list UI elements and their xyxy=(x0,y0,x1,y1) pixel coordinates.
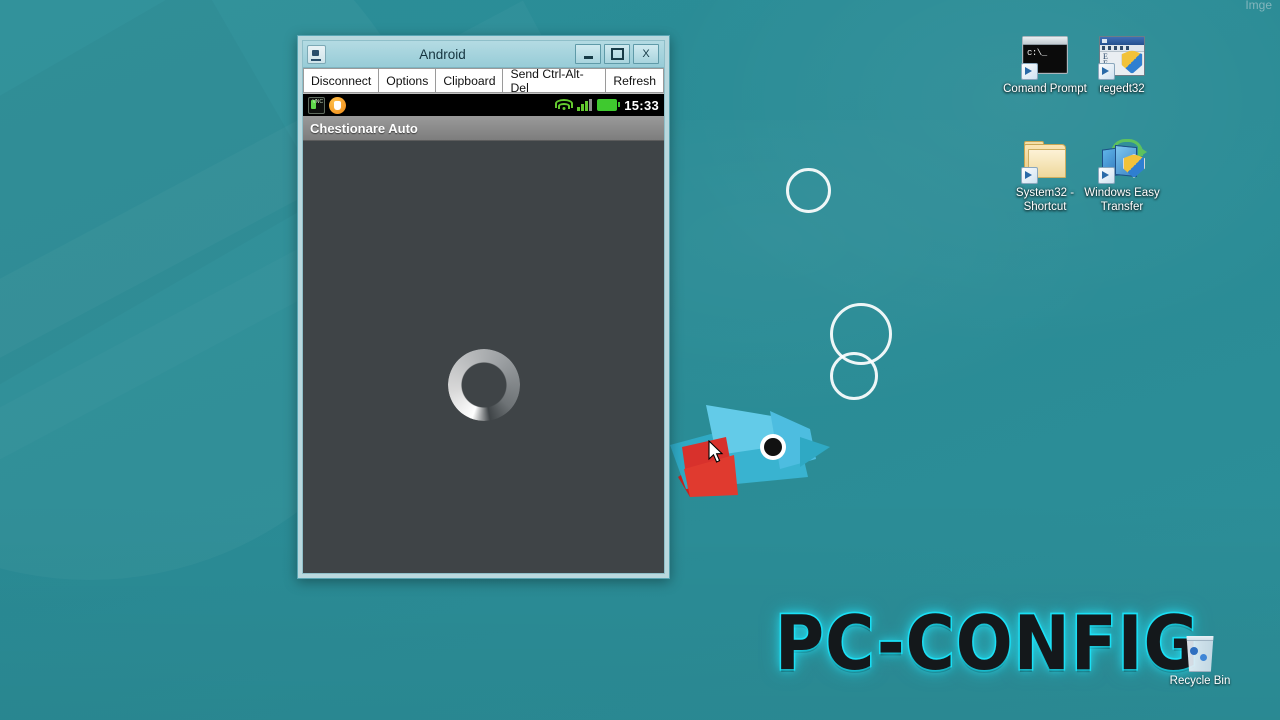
send-ctrl-alt-del-button[interactable]: Send Ctrl-Alt-Del xyxy=(503,67,607,95)
signal-bars-icon xyxy=(577,99,593,111)
pc-config-logo: PC-CONFIG xyxy=(774,598,1201,689)
orange-app-icon xyxy=(329,96,346,114)
desktop-icon-label: Comand Prompt xyxy=(1003,83,1087,95)
desktop-icon-windows-easy-transfer[interactable]: Windows Easy Transfer xyxy=(1078,139,1166,214)
recycle-bin-icon xyxy=(1186,636,1214,672)
folder-icon xyxy=(1021,140,1068,184)
status-bar-clock: 15:33 xyxy=(624,97,659,113)
wifi-icon xyxy=(555,99,574,111)
shortcut-overlay-icon xyxy=(1098,63,1115,80)
maximize-button[interactable] xyxy=(604,44,630,64)
shortcut-overlay-icon xyxy=(1021,63,1038,80)
bubble-medium xyxy=(830,352,878,400)
minimize-button[interactable] xyxy=(575,44,601,64)
desktop-icon-system32[interactable]: System32 - Shortcut xyxy=(1001,140,1089,214)
clipboard-button[interactable]: Clipboard xyxy=(436,68,504,93)
bubble-small-top xyxy=(786,168,831,213)
desktop-icon-label: regedt32 xyxy=(1099,83,1145,95)
recycle-bin-label: Recycle Bin xyxy=(1169,675,1231,687)
desktop-icon-command-prompt[interactable]: c:\_ Comand Prompt xyxy=(1001,36,1089,96)
desktop-icon-regedt32[interactable]: EE regedt32 xyxy=(1078,36,1166,96)
desktop-icon-label: Windows Easy Transfer xyxy=(1084,187,1160,213)
window-title: Android xyxy=(419,46,466,62)
vnc-viewer-window[interactable]: Android X Disconnect Options Clipboard S… xyxy=(297,35,670,579)
refresh-button[interactable]: Refresh xyxy=(606,68,664,93)
app-title: Chestionare Auto xyxy=(310,120,418,136)
fish-graphic xyxy=(670,405,830,497)
close-icon: X xyxy=(642,48,650,60)
loading-spinner-icon xyxy=(447,349,520,421)
java-coffee-cup-icon xyxy=(307,44,326,64)
disconnect-button[interactable]: Disconnect xyxy=(303,68,380,93)
vnc-server-icon xyxy=(308,96,325,114)
battery-icon xyxy=(597,99,621,111)
desktop-icon-recycle-bin[interactable]: Recycle Bin xyxy=(1160,636,1240,687)
shortcut-overlay-icon xyxy=(1098,167,1115,184)
vnc-remote-screen-pane[interactable]: 15:33 Chestionare Auto xyxy=(303,94,664,573)
android-status-bar: 15:33 xyxy=(303,94,664,116)
android-device-screen[interactable]: 15:33 Chestionare Auto xyxy=(303,94,664,573)
android-action-bar: Chestionare Auto xyxy=(303,116,664,141)
vnc-toolbar[interactable]: Disconnect Options Clipboard Send Ctrl-A… xyxy=(303,67,664,95)
window-title-bar[interactable]: Android X xyxy=(303,41,664,68)
desktop-icon-label: System32 - Shortcut xyxy=(1015,187,1075,213)
console-icon: c:\_ xyxy=(1021,36,1068,80)
shortcut-overlay-icon xyxy=(1021,167,1038,184)
options-button[interactable]: Options xyxy=(379,68,437,93)
top-cut-text: Imge xyxy=(1245,0,1272,12)
close-button[interactable]: X xyxy=(633,44,659,64)
registry-editor-icon: EE xyxy=(1098,36,1145,80)
easy-transfer-icon xyxy=(1098,139,1147,184)
